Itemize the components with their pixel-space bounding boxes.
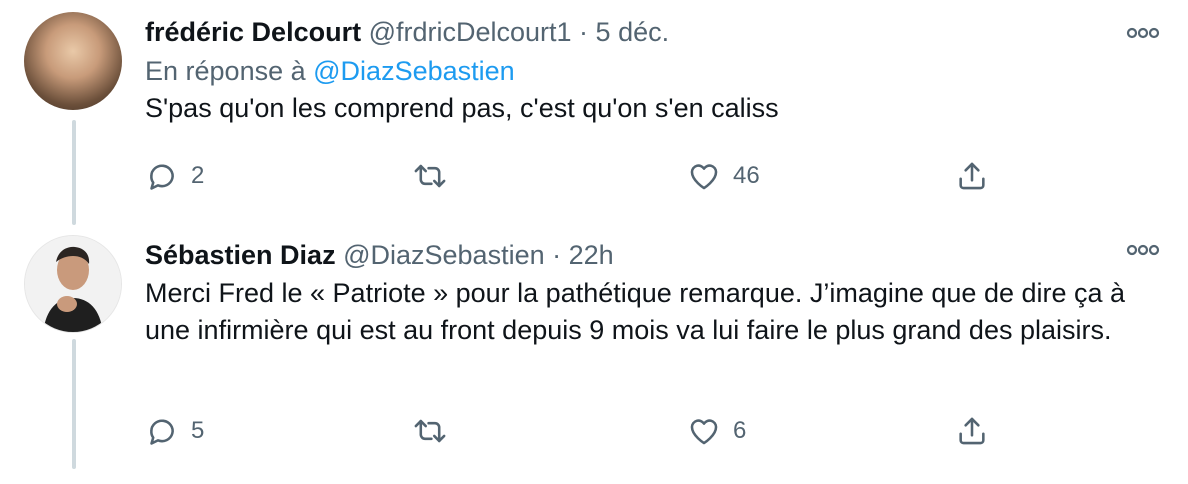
- retweet-icon: [414, 419, 446, 443]
- handle-time[interactable]: @DiazSebastien · 22h: [343, 240, 614, 270]
- reply-mention[interactable]: @DiazSebastien: [313, 56, 515, 86]
- thread-line: [72, 120, 76, 225]
- tweet-actions: 5 6: [145, 411, 1005, 451]
- tweet-actions: 2 46: [145, 156, 1005, 196]
- share-icon: [959, 417, 985, 445]
- like-icon: [690, 164, 718, 190]
- author-name[interactable]: frédéric Delcourt: [145, 17, 361, 47]
- tweet-header: frédéric Delcourt @frdricDelcourt1 · 5 d…: [145, 12, 1158, 52]
- share-button[interactable]: [955, 156, 989, 196]
- avatar-image: [25, 236, 121, 332]
- avatar[interactable]: [24, 12, 122, 110]
- reply-button[interactable]: 2: [145, 156, 204, 196]
- retweet-icon: [414, 164, 446, 188]
- reply-icon: [150, 164, 174, 190]
- handle-time[interactable]: @frdricDelcourt1 · 5 déc.: [369, 17, 670, 47]
- like-icon: [690, 419, 718, 445]
- tweet-text: Merci Fred le « Patriote » pour la pathé…: [145, 278, 1126, 345]
- share-icon: [959, 162, 985, 190]
- reply-count: 2: [191, 162, 205, 189]
- tweet-content: Sébastien Diaz @DiazSebastien · 22h Merc…: [145, 235, 1158, 349]
- like-button[interactable]: 6: [687, 411, 746, 451]
- tweet-header: Sébastien Diaz @DiazSebastien · 22h: [145, 235, 1158, 275]
- reply-icon: [150, 419, 174, 445]
- like-count: 46: [733, 162, 760, 189]
- thread-line: [72, 339, 76, 469]
- retweet-button[interactable]: [413, 411, 447, 451]
- author-name[interactable]: Sébastien Diaz: [145, 240, 336, 270]
- like-count: 6: [733, 417, 747, 444]
- reply-context: En réponse à @DiazSebastien: [145, 52, 1158, 90]
- share-button[interactable]: [955, 411, 989, 451]
- reply-count: 5: [191, 417, 205, 444]
- tweet[interactable]: frédéric Delcourt @frdricDelcourt1 · 5 d…: [0, 0, 1188, 225]
- tweet-content: frédéric Delcourt @frdricDelcourt1 · 5 d…: [145, 12, 1158, 127]
- tweet-text: S'pas qu'on les comprend pas, c'est qu'o…: [145, 93, 779, 123]
- more-icon[interactable]: [1126, 243, 1160, 257]
- avatar[interactable]: [24, 235, 122, 333]
- retweet-button[interactable]: [413, 156, 447, 196]
- more-icon[interactable]: [1126, 26, 1160, 40]
- reply-button[interactable]: 5: [145, 411, 204, 451]
- like-button[interactable]: 46: [687, 156, 760, 196]
- reply-prefix: En réponse à: [145, 56, 306, 86]
- tweet[interactable]: Sébastien Diaz @DiazSebastien · 22h Merc…: [0, 225, 1188, 484]
